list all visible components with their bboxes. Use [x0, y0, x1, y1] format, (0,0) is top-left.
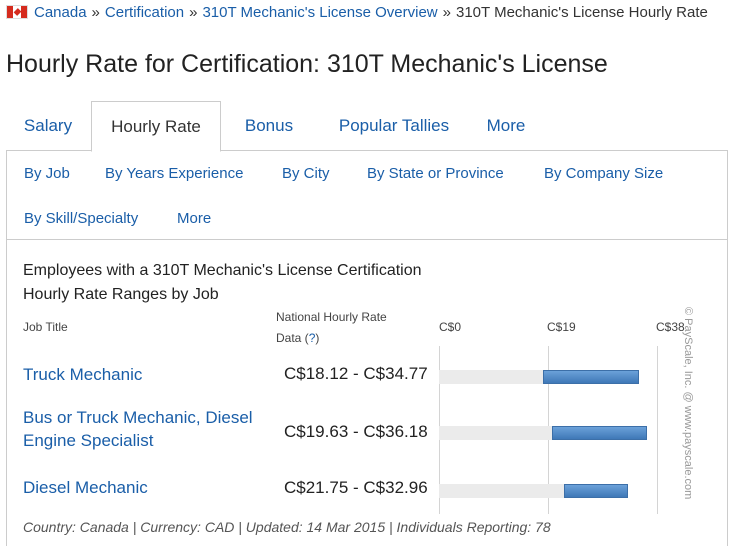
- column-header-rate-data: Data (?): [276, 331, 320, 345]
- breadcrumb-link-overview[interactable]: 310T Mechanic's License Overview: [202, 4, 437, 21]
- chart-subheading: Hourly Rate Ranges by Job: [23, 286, 219, 303]
- payscale-watermark: © PayScale, Inc. @ www.payscale.com: [682, 307, 694, 500]
- tab-salary[interactable]: Salary: [6, 101, 90, 151]
- breadcrumb-link-certification[interactable]: Certification: [105, 4, 184, 21]
- gridline: [657, 346, 658, 514]
- subnav-by-state-or-province[interactable]: By State or Province: [367, 165, 504, 182]
- axis-tick-label: C$0: [439, 320, 462, 334]
- subnav-by-company-size[interactable]: By Company Size: [544, 165, 663, 182]
- rate-range-label: C$21.75 - C$32.96: [284, 478, 428, 497]
- axis-tick-label: C$38: [656, 320, 685, 334]
- chart-heading: Employees with a 310T Mechanic's License…: [23, 262, 422, 279]
- subnav-by-years-experience[interactable]: By Years Experience: [105, 165, 243, 182]
- column-header-job-title: Job Title: [23, 320, 68, 334]
- footer-note: Country: Canada | Currency: CAD | Update…: [23, 519, 551, 535]
- column-header-rate: National Hourly Rate: [276, 310, 387, 324]
- tab-hourly-rate[interactable]: Hourly Rate: [91, 101, 221, 152]
- job-title-link[interactable]: Diesel Mechanic: [23, 476, 263, 499]
- job-title-link[interactable]: Truck Mechanic: [23, 363, 263, 386]
- subnav-by-city[interactable]: By City: [282, 165, 330, 182]
- breadcrumb-separator: »: [442, 3, 451, 21]
- breadcrumb: Canada » Certification » 310T Mechanic's…: [6, 2, 708, 22]
- canada-flag-icon: [6, 5, 28, 19]
- page-title: Hourly Rate for Certification: 310T Mech…: [6, 50, 608, 78]
- breadcrumb-current: 310T Mechanic's License Hourly Rate: [455, 3, 708, 21]
- range-bar: [543, 370, 639, 384]
- subnav-by-job[interactable]: By Job: [24, 165, 70, 182]
- subnav-by-skill-specialty[interactable]: By Skill/Specialty: [24, 210, 138, 227]
- range-bar: [564, 484, 628, 498]
- job-title-link[interactable]: Bus or Truck Mechanic, Diesel Engine Spe…: [23, 406, 268, 452]
- rate-range-label: C$19.63 - C$36.18: [284, 422, 428, 441]
- breadcrumb-separator: »: [91, 3, 100, 21]
- tab-bar: Salary Hourly Rate Bonus Popular Tallies…: [6, 101, 728, 152]
- subnav-more[interactable]: More: [177, 210, 211, 227]
- breadcrumb-separator: »: [189, 3, 198, 21]
- rate-range-label: C$18.12 - C$34.77: [284, 364, 428, 383]
- panel-divider: [7, 239, 727, 240]
- tab-bonus[interactable]: Bonus: [224, 101, 314, 151]
- tab-more[interactable]: More: [472, 101, 540, 151]
- tab-popular-tallies[interactable]: Popular Tallies: [318, 101, 470, 151]
- range-bar: [552, 426, 647, 440]
- breadcrumb-link-canada[interactable]: Canada: [34, 4, 87, 21]
- axis-tick-label: C$19: [547, 320, 576, 334]
